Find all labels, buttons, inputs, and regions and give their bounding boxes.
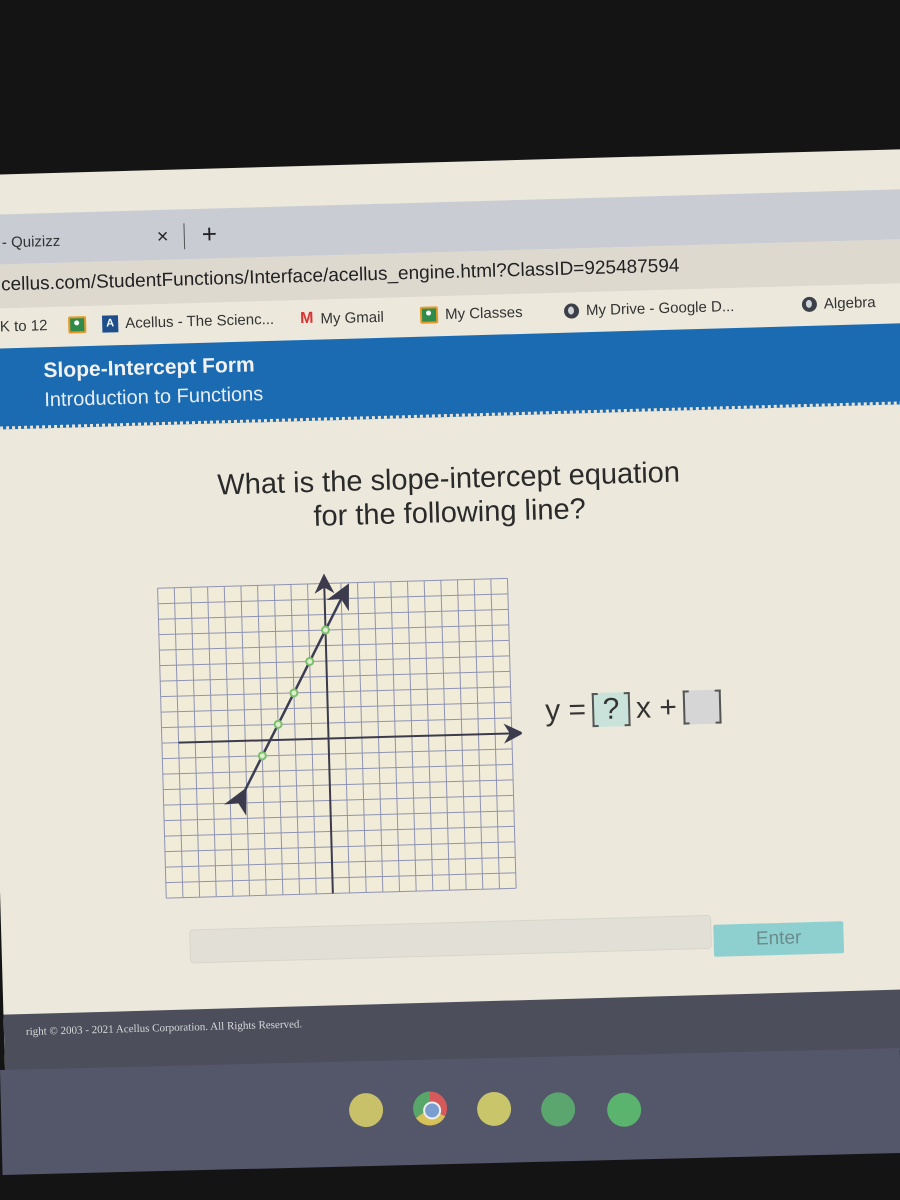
gmail-icon: M — [299, 309, 314, 328]
new-tab-icon[interactable]: + — [201, 218, 217, 249]
google-classroom-icon — [419, 306, 439, 324]
files-icon[interactable] — [606, 1092, 642, 1128]
globe-icon — [801, 296, 818, 313]
graph-point — [257, 751, 267, 761]
acellus-icon: A — [101, 315, 119, 333]
copyright-text: right © 2003 - 2021 Acellus Corporation.… — [25, 1018, 303, 1039]
bookmark-label: My Drive - Google D... — [585, 297, 735, 320]
lesson-subtitle: Introduction to Functions — [44, 383, 264, 412]
play-store-icon[interactable] — [476, 1091, 512, 1127]
bookmark-label: My Classes — [444, 303, 523, 324]
graph-point — [273, 719, 283, 729]
intercept-input[interactable] — [682, 689, 722, 725]
equation-prefix: y = — [544, 693, 587, 728]
url-text[interactable]: cellus.com/StudentFunctions/Interface/ac… — [1, 256, 680, 297]
browser-window: - Quizizz × + cellus.com/StudentFunction… — [0, 148, 900, 1075]
bookmark-label: Acellus - The Scienc... — [124, 310, 275, 333]
bookmark-acellus[interactable]: A Acellus - The Scienc... — [101, 310, 275, 333]
taskbar — [0, 1048, 900, 1200]
equation-middle: x + — [635, 690, 678, 725]
bookmark-label: My Gmail — [320, 308, 385, 328]
bookmark-my-drive[interactable]: My Drive - Google D... — [563, 297, 735, 320]
question-text: What is the slope-intercept equation for… — [138, 453, 760, 538]
chrome-icon[interactable] — [412, 1091, 448, 1126]
close-tab-icon[interactable]: × — [156, 226, 168, 249]
graph-svg — [157, 573, 524, 899]
enter-button[interactable]: Enter — [713, 921, 845, 957]
google-classroom-icon — [67, 316, 87, 334]
tab-quizizz[interactable]: - Quizizz — [2, 233, 61, 252]
graph-point — [289, 688, 299, 698]
tab-divider — [183, 223, 186, 250]
globe-icon — [563, 303, 580, 319]
lesson-title: Slope-Intercept Form — [43, 353, 255, 383]
bookmark-classroom[interactable] — [67, 316, 87, 334]
equation-template: y = ? x + — [544, 689, 722, 729]
bookmark-my-classes[interactable]: My Classes — [419, 303, 523, 324]
google-classroom-icon[interactable] — [348, 1092, 384, 1128]
google-meet-icon[interactable] — [540, 1091, 576, 1127]
bookmark-k-to-12[interactable]: s K to 12 — [0, 317, 48, 336]
bookmark-algebra[interactable]: Algebra — [801, 294, 876, 313]
graph-point — [305, 656, 315, 666]
bookmark-gmail[interactable]: M My Gmail — [300, 308, 384, 328]
slope-input[interactable]: ? — [591, 692, 631, 728]
answer-input[interactable] — [189, 914, 712, 964]
graph-point — [321, 625, 331, 635]
coordinate-graph — [147, 568, 526, 913]
shelf — [0, 1048, 900, 1175]
bookmark-label: s K to 12 — [0, 317, 48, 336]
bookmark-label: Algebra — [823, 294, 876, 313]
